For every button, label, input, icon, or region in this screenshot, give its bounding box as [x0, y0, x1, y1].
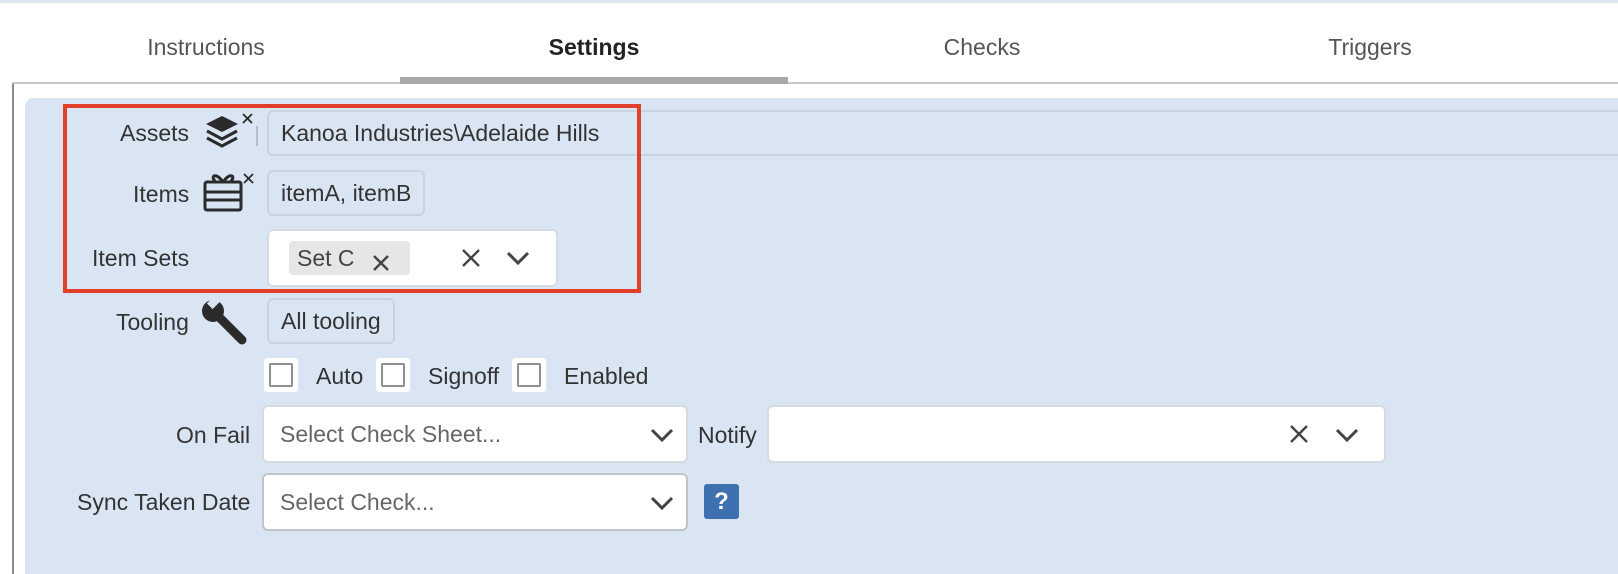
panel-left-border: [12, 84, 14, 574]
items-label: Items: [133, 181, 190, 207]
clear-icon[interactable]: [460, 247, 482, 274]
chip-remove-icon[interactable]: [371, 248, 391, 282]
assets-label: Assets: [120, 120, 190, 146]
gift-icon[interactable]: [202, 170, 258, 214]
tooling-value[interactable]: All tooling: [267, 298, 395, 344]
layers-icon[interactable]: [204, 112, 260, 154]
sync-taken-date-label: Sync Taken Date: [77, 489, 251, 515]
chevron-down-icon[interactable]: [649, 426, 675, 449]
chevron-down-icon[interactable]: [505, 249, 531, 272]
on-fail-select[interactable]: Select Check Sheet...: [262, 405, 688, 463]
sync-taken-date-select[interactable]: Select Check...: [262, 473, 688, 531]
item-sets-label: Item Sets: [92, 245, 190, 271]
clear-icon[interactable]: [1288, 423, 1310, 450]
signoff-checkbox[interactable]: [376, 358, 410, 392]
sync-taken-date-placeholder: Select Check...: [280, 489, 435, 515]
notify-select[interactable]: [767, 405, 1386, 463]
on-fail-label: On Fail: [176, 422, 251, 448]
enabled-checkbox[interactable]: [512, 358, 546, 392]
tab-checks[interactable]: Checks: [788, 12, 1176, 82]
top-border-strip: [0, 0, 1618, 3]
notify-label: Notify: [698, 422, 757, 448]
chevron-down-icon[interactable]: [649, 494, 675, 517]
tab-triggers[interactable]: Triggers: [1176, 12, 1564, 82]
item-set-chip-label: Set C: [297, 245, 355, 271]
tab-settings[interactable]: Settings: [400, 12, 788, 84]
tooling-label: Tooling: [116, 309, 189, 335]
wrench-icon[interactable]: [200, 298, 248, 346]
auto-checkbox[interactable]: [264, 358, 298, 392]
assets-value[interactable]: Kanoa Industries\Adelaide Hills: [267, 110, 1618, 156]
enabled-label: Enabled: [564, 363, 649, 389]
on-fail-placeholder: Select Check Sheet...: [280, 421, 502, 447]
chevron-down-icon[interactable]: [1334, 426, 1360, 449]
tab-bar: Instructions Settings Checks Triggers: [12, 12, 1618, 84]
tab-instructions[interactable]: Instructions: [12, 12, 400, 82]
signoff-label: Signoff: [428, 363, 500, 389]
auto-label: Auto: [316, 363, 364, 389]
item-set-chip: Set C: [289, 241, 410, 275]
items-value[interactable]: itemA, itemB: [267, 170, 426, 216]
help-button[interactable]: ?: [704, 484, 739, 519]
item-sets-select[interactable]: Set C: [267, 229, 558, 287]
